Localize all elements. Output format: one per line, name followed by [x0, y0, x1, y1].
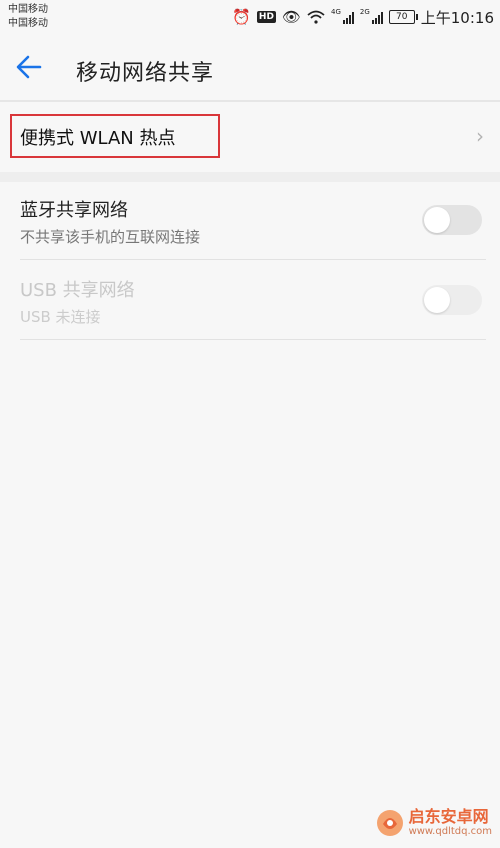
clock: 上午10:16: [420, 8, 494, 27]
back-button[interactable]: [14, 52, 54, 86]
hd-icon: HD: [256, 11, 276, 23]
battery-icon: 70: [388, 10, 418, 24]
section-divider: [0, 172, 500, 182]
divider: [0, 100, 500, 102]
carrier-info: 中国移动 中国移动: [8, 3, 48, 31]
watermark-url: www.qdltdq.com: [408, 826, 492, 837]
status-bar: 中国移动 中国移动 ⏰ HD 👁 4G 2G 70 上午10:16: [0, 0, 500, 36]
bluetooth-tethering-toggle[interactable]: [422, 205, 482, 235]
watermark: 启东安卓网 www.qdltdq.com: [375, 808, 492, 838]
network-type-label: 2G: [359, 8, 370, 16]
app-header: 移动网络共享: [0, 38, 500, 100]
toggle-knob: [424, 207, 450, 233]
back-arrow-icon: [16, 55, 42, 79]
status-icons: ⏰ HD 👁 4G 2G 70 上午10:16: [232, 6, 494, 28]
bluetooth-tethering-status: 不共享该手机的互联网连接: [20, 228, 201, 246]
wlan-hotspot-item[interactable]: 便携式 WLAN 热点 ›: [0, 106, 500, 164]
wifi-icon: [307, 10, 325, 24]
carrier-label: 中国移动: [8, 18, 48, 29]
toggle-knob: [424, 287, 450, 313]
eye-icon: 👁: [281, 7, 301, 26]
divider: [20, 259, 486, 260]
wlan-hotspot-label: 便携式 WLAN 热点: [20, 128, 176, 149]
page-title: 移动网络共享: [76, 61, 215, 86]
network-type-label: 4G: [330, 8, 341, 16]
watermark-text: 启东安卓网 www.qdltdq.com: [409, 808, 492, 838]
usb-tethering-status: USB 未连接: [20, 308, 101, 326]
chevron-right-icon: ›: [476, 124, 484, 148]
usb-tethering-title: USB 共享网络: [20, 280, 135, 301]
usb-tethering-item: USB 共享网络 USB 未连接: [0, 266, 500, 340]
signal-icon: [342, 11, 354, 24]
watermark-name: 启东安卓网: [408, 807, 489, 826]
bluetooth-tethering-title: 蓝牙共享网络: [20, 200, 128, 221]
watermark-logo-icon: [376, 810, 403, 836]
usb-tethering-toggle: [422, 285, 482, 315]
signal-icon: [371, 11, 383, 24]
bluetooth-tethering-item[interactable]: 蓝牙共享网络 不共享该手机的互联网连接: [0, 186, 500, 260]
carrier-label: 中国移动: [8, 4, 48, 15]
divider: [20, 339, 486, 340]
alarm-icon: ⏰: [232, 7, 251, 26]
